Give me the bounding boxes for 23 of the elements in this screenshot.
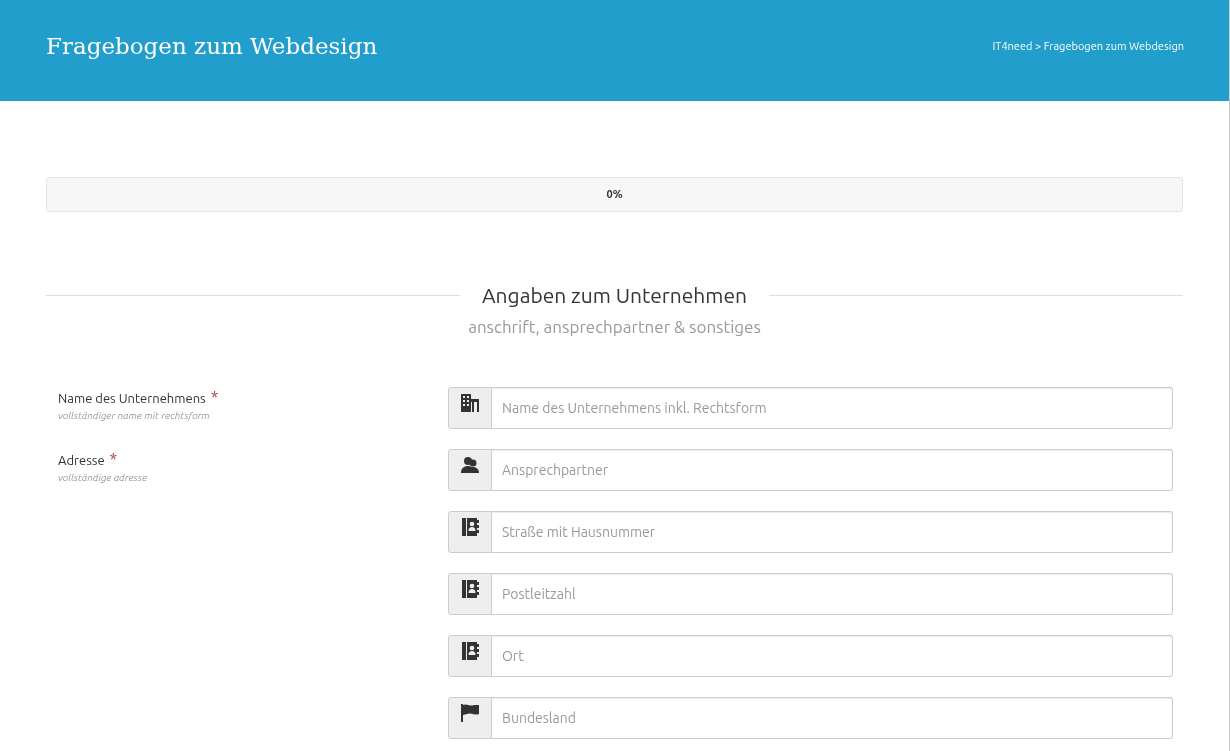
input-field[interactable]: Ansprechpartner xyxy=(492,449,1173,491)
address-book-icon xyxy=(460,517,480,537)
progress-label: 0% xyxy=(606,187,623,203)
building-icon xyxy=(460,393,480,413)
section-title: Angaben zum Unternehmen xyxy=(480,282,749,309)
input-field[interactable]: Bundesland xyxy=(492,697,1173,739)
required-mark: * xyxy=(109,451,118,467)
address-book-icon xyxy=(460,579,480,599)
input-field[interactable]: Postleitzahl xyxy=(492,573,1173,615)
field-hint: vollständiger name mit rechtsform xyxy=(58,408,211,423)
input-field[interactable]: Name des Unternehmens inkl. Rechtsform xyxy=(492,387,1173,429)
page-title: Fragebogen zum Webdesign xyxy=(46,32,378,62)
field-label: Name des Unternehmens xyxy=(58,390,206,407)
input-field[interactable]: Ort xyxy=(492,635,1173,677)
flag-icon xyxy=(460,703,480,723)
input-field[interactable]: Straße mit Hausnummer xyxy=(492,511,1173,553)
field-hint: vollständige adresse xyxy=(58,470,148,485)
field-label: Adresse xyxy=(58,452,105,469)
people-icon xyxy=(460,455,480,475)
required-mark: * xyxy=(210,389,219,405)
section-subtitle: anschrift, ansprechpartner & sonstiges xyxy=(467,315,762,338)
address-book-icon xyxy=(460,641,480,661)
breadcrumb: IT4need > Fragebogen zum Webdesign xyxy=(992,39,1184,55)
